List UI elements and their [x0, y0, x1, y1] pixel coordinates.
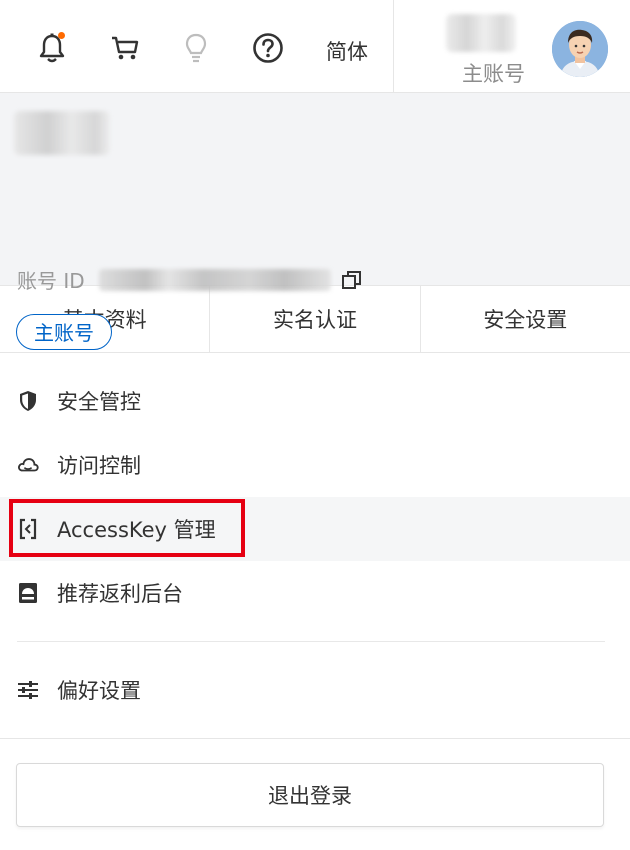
logout-button[interactable]: 退出登录	[16, 763, 604, 827]
divider	[393, 0, 394, 92]
avatar[interactable]	[552, 21, 608, 77]
blurred-username	[446, 14, 516, 52]
menu-item-label: 安全管控	[57, 390, 141, 414]
copy-icon[interactable]	[341, 269, 363, 291]
language-switch[interactable]: 简体	[326, 36, 368, 66]
cloud-icon	[17, 454, 39, 476]
blurred-account-id	[98, 268, 331, 291]
blurred-account-name	[14, 111, 110, 155]
menu-item-label: 访问控制	[57, 454, 141, 478]
account-menu: 安全管控 访问控制 AccessKey 管理 推荐返利后台 偏好设置 退出登录	[0, 353, 630, 827]
menu-item-referral-rebate[interactable]: 推荐返利后台	[0, 561, 630, 625]
menu-item-accesskey-management[interactable]: AccessKey 管理	[0, 497, 630, 561]
account-role-label: 主账号	[462, 62, 525, 86]
divider	[0, 738, 630, 739]
tab-security-settings[interactable]: 安全设置	[421, 286, 630, 352]
sliders-icon	[17, 679, 39, 701]
account-summary: 账号 ID 主账号	[0, 93, 630, 350]
rebate-icon	[17, 582, 39, 604]
divider	[17, 641, 605, 642]
menu-item-security-control[interactable]: 安全管控	[0, 369, 630, 433]
account-id-row: 账号 ID	[17, 265, 363, 294]
bell-icon[interactable]	[34, 30, 70, 66]
account-id-label: 账号 ID	[17, 269, 85, 293]
account-role-tag: 主账号	[16, 314, 112, 350]
cart-icon[interactable]	[107, 30, 143, 66]
help-icon[interactable]	[250, 30, 286, 66]
lightbulb-icon[interactable]	[178, 30, 214, 66]
tab-real-name-verification[interactable]: 实名认证	[210, 286, 421, 352]
shield-icon	[17, 390, 39, 412]
menu-item-label: 推荐返利后台	[57, 582, 183, 606]
top-bar: 简体 主账号	[0, 0, 630, 93]
notification-dot	[58, 32, 65, 39]
menu-item-access-control[interactable]: 访问控制	[0, 433, 630, 497]
menu-item-preferences[interactable]: 偏好设置	[0, 658, 630, 722]
key-bracket-icon	[17, 518, 39, 540]
menu-item-label: 偏好设置	[57, 679, 141, 703]
menu-item-label: AccessKey 管理	[57, 518, 216, 542]
